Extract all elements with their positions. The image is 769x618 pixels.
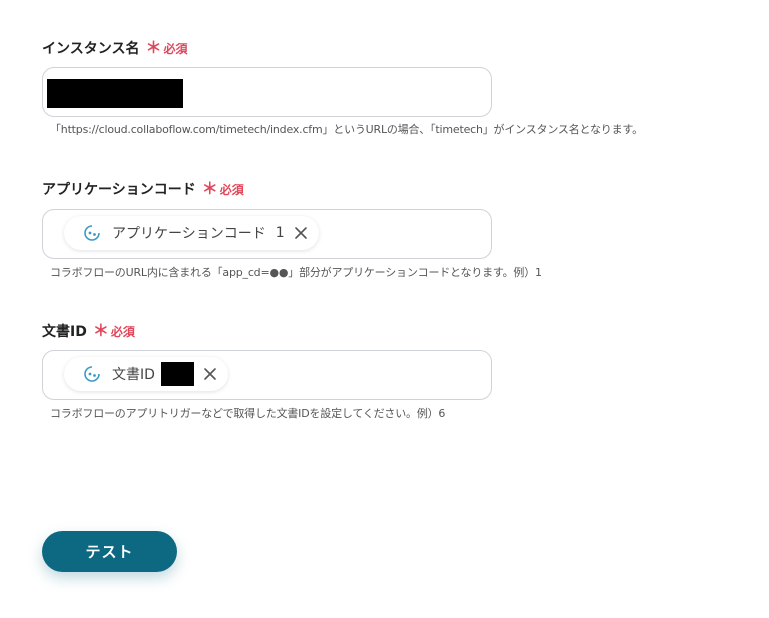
document-id-chip[interactable]: 文書ID [64,357,228,391]
close-icon[interactable] [293,225,309,241]
instance-name-input[interactable] [42,67,492,117]
close-icon[interactable] [202,366,218,382]
app-code-input[interactable]: アプリケーションコード 1 [42,209,492,259]
app-code-label-text: アプリケーションコード [42,182,196,198]
variable-token-icon [84,224,101,241]
required-asterisk: ＊ [92,321,109,340]
instance-name-label-text: インスタンス名 [42,41,140,57]
required-asterisk: ＊ [145,38,162,57]
required-asterisk: ＊ [201,179,218,198]
document-id-input[interactable]: 文書ID [42,350,492,400]
variable-token-icon [84,365,101,382]
app-code-chip-value: 1 [275,225,285,241]
redacted-value [47,79,183,108]
document-id-label-text: 文書ID [42,324,87,340]
required-badge: 必須 [163,41,188,56]
document-id-hint: コラボフローのアプリトリガーなどで取得した文書IDを設定してください。例）6 [50,407,446,420]
app-code-hint: コラボフローのURL内に含まれる「app_cd=●●」部分がアプリケーションコー… [50,266,542,279]
required-badge: 必須 [219,182,244,197]
document-id-chip-label: 文書ID [112,367,155,383]
required-badge: 必須 [110,324,135,339]
test-button[interactable]: テスト [42,531,177,572]
app-code-chip[interactable]: アプリケーションコード 1 [64,216,319,250]
instance-name-label: インスタンス名 ＊ 必須 [42,38,187,58]
form-container: インスタンス名 ＊ 必須 「https://cloud.collaboflow.… [0,0,769,618]
document-id-label: 文書ID ＊ 必須 [42,321,135,341]
app-code-chip-label: アプリケーションコード [112,226,266,242]
instance-name-hint: 「https://cloud.collaboflow.com/timetech/… [50,123,643,136]
redacted-value [160,362,194,386]
app-code-label: アプリケーションコード ＊ 必須 [42,179,244,199]
